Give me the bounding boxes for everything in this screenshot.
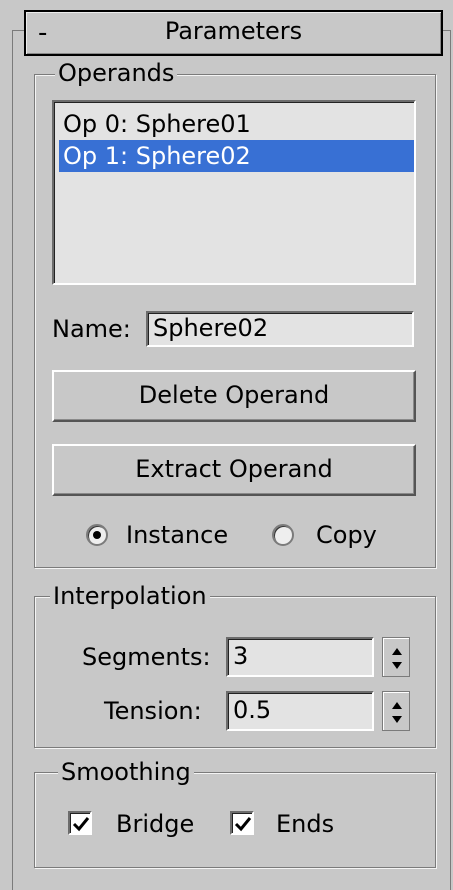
spinner-arrows-icon [392,702,402,723]
bridge-checkbox[interactable] [68,811,92,835]
operand-list[interactable]: Op 0: Sphere01 Op 1: Sphere02 [52,100,416,285]
instance-radio[interactable] [86,524,108,546]
ends-label[interactable]: Ends [276,809,334,839]
tension-spinner[interactable] [382,691,410,731]
instance-label[interactable]: Instance [126,520,228,550]
segments-field[interactable]: 3 [226,637,374,677]
name-label: Name: [52,315,131,343]
delete-operand-button[interactable]: Delete Operand [52,370,416,422]
interpolation-legend: Interpolation [50,582,210,610]
rollout-frame-left [12,30,26,890]
segments-label: Segments: [82,643,211,671]
rollout-title: Parameters [164,17,303,45]
ends-checkbox[interactable] [230,811,254,835]
smoothing-legend: Smoothing [58,758,194,786]
segments-spinner[interactable] [382,637,410,677]
radio-dot [93,531,101,539]
list-item-label: Op 0: Sphere01 [63,110,251,138]
checkmark-icon [72,817,90,832]
copy-label[interactable]: Copy [316,520,377,550]
list-item-selected[interactable]: Op 1: Sphere02 [59,140,414,172]
bridge-label[interactable]: Bridge [116,809,194,839]
name-field[interactable]: Sphere02 [146,311,414,347]
list-item[interactable]: Op 0: Sphere01 [59,108,414,140]
spinner-arrows-icon [392,648,402,669]
tension-label: Tension: [104,697,202,725]
operands-legend: Operands [55,59,178,87]
rollout-frame-right [442,30,451,890]
copy-radio[interactable] [272,524,294,546]
extract-operand-button[interactable]: Extract Operand [52,444,416,496]
checkmark-icon [234,817,252,832]
tension-field[interactable]: 0.5 [226,691,374,731]
list-item-label: Op 1: Sphere02 [63,142,251,170]
